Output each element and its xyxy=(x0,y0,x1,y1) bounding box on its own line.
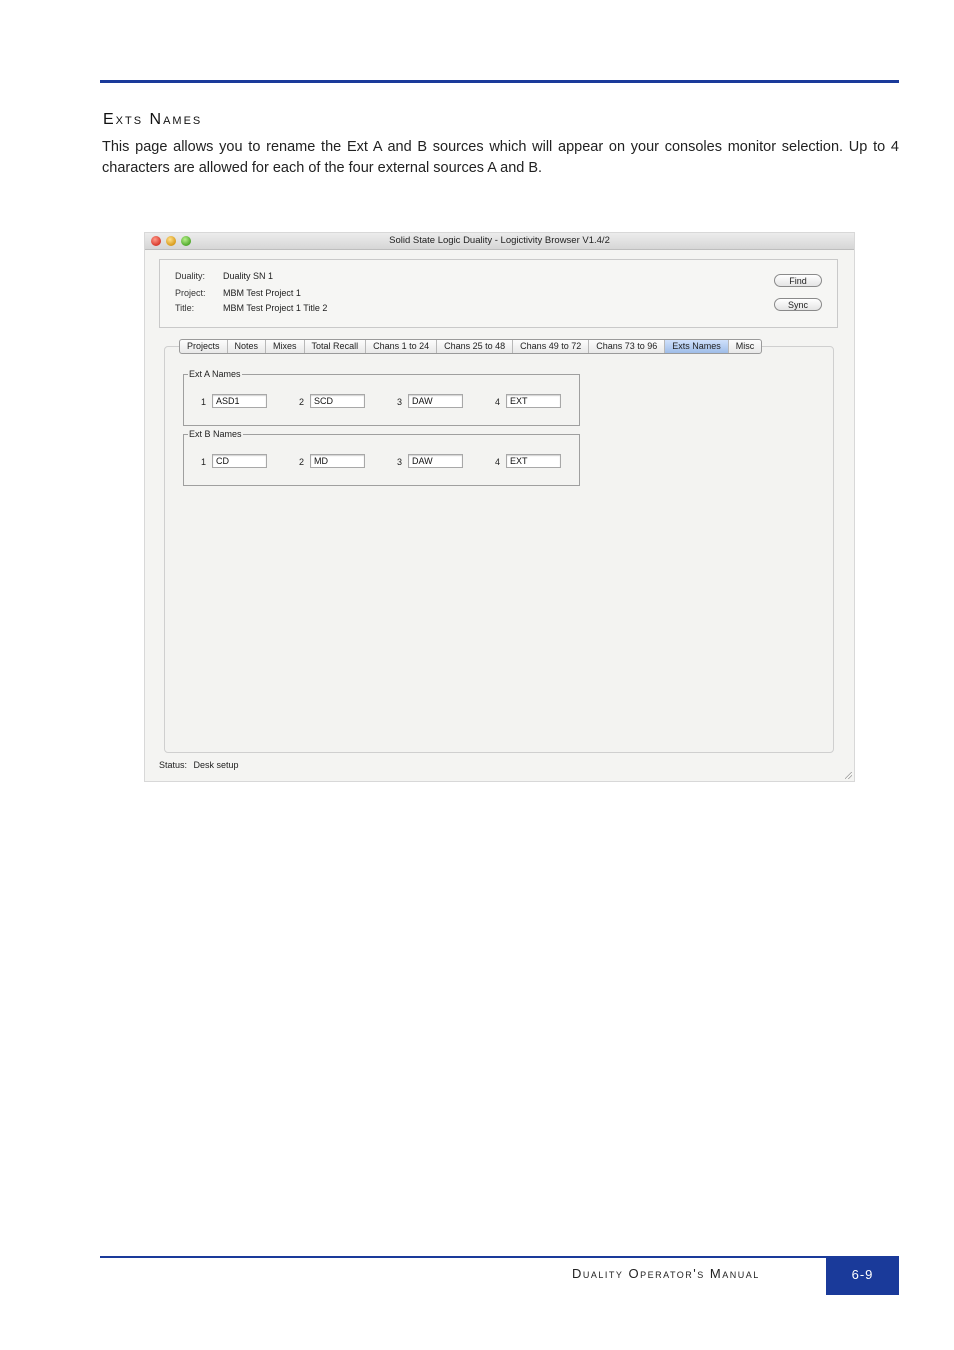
status-bar: Status: Desk setup xyxy=(159,760,239,770)
page-number: 6-9 xyxy=(851,1267,874,1282)
ext-b-field-3[interactable] xyxy=(408,454,463,468)
tab-total-recall[interactable]: Total Recall xyxy=(305,340,367,353)
tab-mixes[interactable]: Mixes xyxy=(266,340,305,353)
tab-exts-names[interactable]: Exts Names xyxy=(665,340,729,353)
info-panel: Duality: Duality SN 1 Project: MBM Test … xyxy=(159,259,838,328)
ext-a-field-3[interactable] xyxy=(408,394,463,408)
window-title: Solid State Logic Duality - Logictivity … xyxy=(389,235,610,246)
tab-chans-25-48[interactable]: Chans 25 to 48 xyxy=(437,340,514,353)
ext-b-field-2[interactable] xyxy=(310,454,365,468)
tab-chans-73-96[interactable]: Chans 73 to 96 xyxy=(589,340,666,353)
find-button[interactable]: Find xyxy=(774,274,822,287)
ext-a-label: Ext A Names xyxy=(188,369,242,379)
ext-b-label: Ext B Names xyxy=(188,429,243,439)
ext-a-field-2[interactable] xyxy=(310,394,365,408)
title-label: Title: xyxy=(175,303,195,313)
ext-a-group: Ext A Names 1 2 3 4 xyxy=(183,369,580,426)
ext-b-field-4[interactable] xyxy=(506,454,561,468)
page-number-box: 6-9 xyxy=(826,1257,899,1295)
ext-a-field-1[interactable] xyxy=(212,394,267,408)
tab-bar: Projects Notes Mixes Total Recall Chans … xyxy=(179,339,763,354)
section-body: This page allows you to rename the Ext A… xyxy=(102,139,899,176)
ext-a-num-4: 4 xyxy=(494,397,500,407)
ext-b-num-4: 4 xyxy=(494,457,500,467)
status-value: Desk setup xyxy=(193,760,239,770)
tab-misc[interactable]: Misc xyxy=(729,340,761,353)
tab-projects[interactable]: Projects xyxy=(180,340,228,353)
app-window: Solid State Logic Duality - Logictivity … xyxy=(145,233,854,781)
ext-a-num-1: 1 xyxy=(200,397,206,407)
section-title: Exts Names xyxy=(103,111,203,128)
window-titlebar[interactable]: Solid State Logic Duality - Logictivity … xyxy=(145,233,854,250)
tab-chans-1-24[interactable]: Chans 1 to 24 xyxy=(366,340,438,353)
manual-title: Duality Operator's Manual xyxy=(572,1266,760,1281)
ext-b-group: Ext B Names 1 2 3 4 xyxy=(183,429,580,486)
ext-a-field-4[interactable] xyxy=(506,394,561,408)
ext-b-num-1: 1 xyxy=(200,457,206,467)
title-value: MBM Test Project 1 Title 2 xyxy=(223,303,328,313)
ext-a-num-3: 3 xyxy=(396,397,402,407)
duality-label: Duality: xyxy=(175,271,206,281)
duality-value: Duality SN 1 xyxy=(223,271,274,281)
project-value: MBM Test Project 1 xyxy=(223,288,301,298)
ext-b-num-3: 3 xyxy=(396,457,402,467)
resize-grip-icon[interactable] xyxy=(845,772,852,779)
tab-notes[interactable]: Notes xyxy=(228,340,267,353)
ext-a-num-2: 2 xyxy=(298,397,304,407)
project-label: Project: xyxy=(175,288,206,298)
sync-button[interactable]: Sync xyxy=(774,298,822,311)
bottom-rule xyxy=(100,1256,899,1258)
status-label: Status: xyxy=(159,760,188,770)
tab-chans-49-72[interactable]: Chans 49 to 72 xyxy=(513,340,590,353)
ext-b-field-1[interactable] xyxy=(212,454,267,468)
top-rule xyxy=(100,80,899,83)
ext-b-num-2: 2 xyxy=(298,457,304,467)
